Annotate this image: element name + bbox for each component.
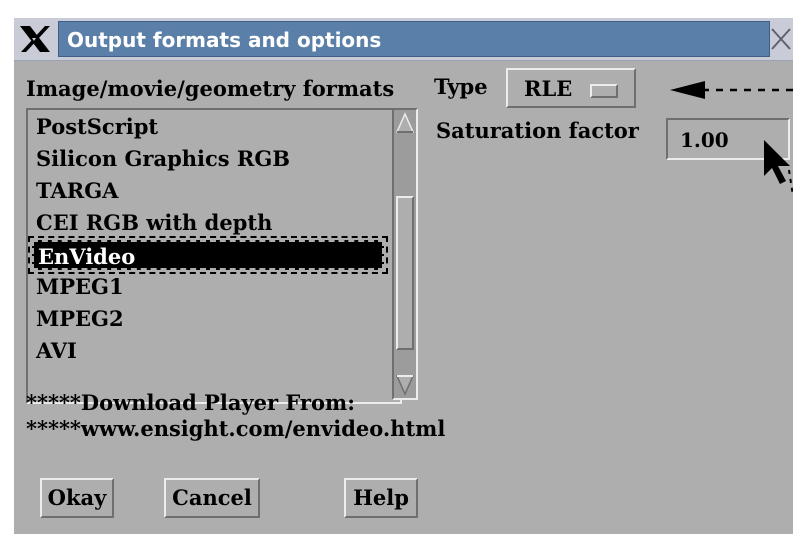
mouse-pointer-icon bbox=[764, 140, 793, 197]
dashed-arrow-icon bbox=[670, 81, 793, 99]
annotation-overlay bbox=[670, 81, 793, 197]
